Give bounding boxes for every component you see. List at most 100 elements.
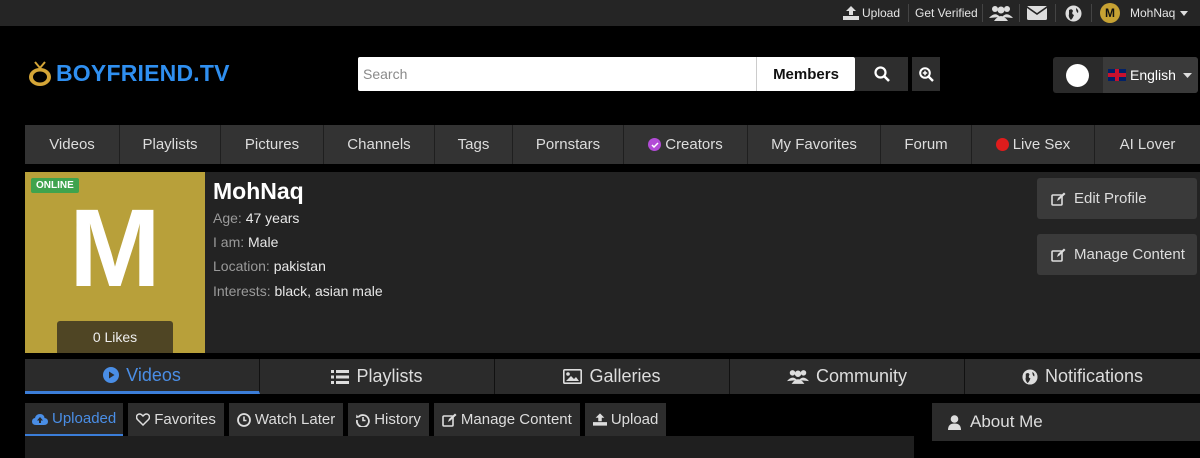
subtab-label: Manage Content [460, 411, 572, 428]
upload-icon [843, 6, 859, 20]
nav-item-my-favorites[interactable]: My Favorites [748, 125, 881, 164]
tab-label: Community [815, 366, 908, 386]
heart-icon [136, 413, 154, 426]
subtab-manage-content[interactable]: Manage Content [433, 403, 580, 436]
user-menu[interactable]: M MohNaq [1100, 0, 1189, 26]
upload-link[interactable]: Upload [843, 0, 900, 26]
zoom-in-icon [918, 66, 934, 82]
search-input[interactable] [358, 57, 756, 91]
tab-videos[interactable]: Videos [25, 359, 260, 394]
edit-icon [1051, 192, 1074, 206]
users-icon [989, 5, 1013, 21]
subtab-watch-later[interactable]: Watch Later [228, 403, 344, 436]
profile-gender: I am: Male [213, 234, 278, 250]
edit-profile-label: Edit Profile [1074, 190, 1147, 207]
nav-item-creators[interactable]: Creators [624, 125, 748, 164]
caret-down-icon [1180, 10, 1189, 16]
subtab-label: History [374, 411, 421, 428]
profile-age: Age: 47 years [213, 210, 299, 226]
upload-icon [592, 413, 611, 426]
history-icon [356, 413, 374, 427]
subtab-favorites[interactable]: Favorites [128, 403, 224, 436]
profile-name: MohNaq [213, 178, 304, 204]
tab-label: Videos [126, 364, 181, 385]
profile-interests: Interests: black, asian male [213, 283, 383, 299]
edit-icon [442, 413, 461, 427]
user-icon [948, 414, 970, 430]
interests-label: Interests: [213, 283, 271, 299]
subtab-upload[interactable]: Upload [584, 403, 667, 436]
site-logo[interactable]: BOYFRIEND.TV [28, 60, 230, 87]
tab-playlists[interactable]: Playlists [260, 359, 495, 394]
search-type-dropdown[interactable]: Members [756, 57, 855, 91]
users-icon [786, 369, 816, 384]
location-value: pakistan [273, 258, 326, 274]
video-list-area [25, 436, 914, 458]
nav-item-channels[interactable]: Channels [324, 125, 435, 164]
tab-label: Playlists [356, 366, 423, 386]
iam-value: Male [248, 234, 279, 250]
subtab-uploaded[interactable]: Uploaded [25, 403, 124, 436]
nav-item-forum[interactable]: Forum [881, 125, 972, 164]
nav-item-ai-lover[interactable]: AI Lover [1095, 125, 1200, 164]
messages-button[interactable] [1027, 0, 1047, 26]
profile-tabs: Videos Playlists Galleries Community Not… [25, 359, 1200, 394]
divider [1019, 4, 1020, 22]
notifications-button[interactable] [1065, 0, 1082, 26]
upload-label: Upload [862, 6, 901, 20]
avatar-letter: M [69, 187, 161, 310]
search-bar: Members [358, 57, 855, 91]
nav-item-pictures[interactable]: Pictures [221, 125, 324, 164]
search-icon [873, 66, 890, 82]
divider [982, 4, 983, 22]
edit-profile-button[interactable]: Edit Profile [1037, 178, 1197, 219]
subtab-label: Uploaded [52, 410, 117, 427]
profile-location: Location: pakistan [213, 258, 326, 274]
subtab-history[interactable]: History [348, 403, 429, 436]
tab-label: Notifications [1044, 366, 1144, 386]
globe-icon [1022, 368, 1045, 385]
nav-item-tags[interactable]: Tags [435, 125, 513, 164]
nav-item-pornstars[interactable]: Pornstars [513, 125, 624, 164]
age-label: Age: [213, 210, 242, 226]
tab-notifications[interactable]: Notifications [965, 359, 1200, 394]
status-badge: ONLINE [31, 178, 79, 193]
tab-galleries[interactable]: Galleries [495, 359, 730, 394]
subtab-label: Watch Later [254, 411, 336, 428]
iam-label: I am: [213, 234, 245, 250]
divider [908, 4, 909, 22]
profile-panel: M ONLINE 0 Likes MohNaq Age: 47 years I … [25, 172, 1200, 353]
theme-toggle[interactable] [1066, 64, 1089, 87]
nav-item-label: Live Sex [1012, 136, 1071, 153]
manage-content-label: Manage Content [1074, 246, 1185, 263]
get-verified-link[interactable]: Get Verified [915, 0, 978, 26]
uk-flag-icon [1108, 69, 1126, 81]
about-me-header: About Me [932, 403, 1200, 441]
cloud-upload-icon [32, 413, 52, 425]
nav-item-playlists[interactable]: Playlists [120, 125, 221, 164]
play-circle-icon [103, 367, 126, 383]
live-dot-icon [995, 138, 1009, 151]
username-label: MohNaq [1130, 6, 1176, 20]
search-button[interactable] [855, 57, 908, 91]
nav-item-videos[interactable]: Videos [25, 125, 120, 164]
language-label: English [1130, 67, 1176, 83]
manage-content-button[interactable]: Manage Content [1037, 234, 1197, 275]
language-selector[interactable]: English [1103, 57, 1198, 93]
tab-community[interactable]: Community [730, 359, 965, 394]
friends-button[interactable] [989, 0, 1013, 26]
profile-avatar[interactable]: M ONLINE 0 Likes [25, 172, 205, 353]
advanced-search-button[interactable] [912, 57, 940, 91]
age-value: 47 years [245, 210, 300, 226]
image-icon [563, 369, 589, 384]
location-label: Location: [213, 258, 270, 274]
nav-item-label: Creators [665, 136, 723, 153]
main-nav: Videos Playlists Pictures Channels Tags … [25, 125, 1200, 164]
nav-item-live-sex[interactable]: Live Sex [972, 125, 1095, 164]
tv-icon [28, 60, 52, 87]
likes-count: 0 Likes [57, 321, 173, 353]
clock-icon [237, 412, 255, 427]
tab-label: Galleries [589, 366, 661, 386]
about-me-label: About Me [970, 412, 1043, 431]
video-subtabs: Uploaded Favorites Watch Later History M… [25, 403, 671, 436]
